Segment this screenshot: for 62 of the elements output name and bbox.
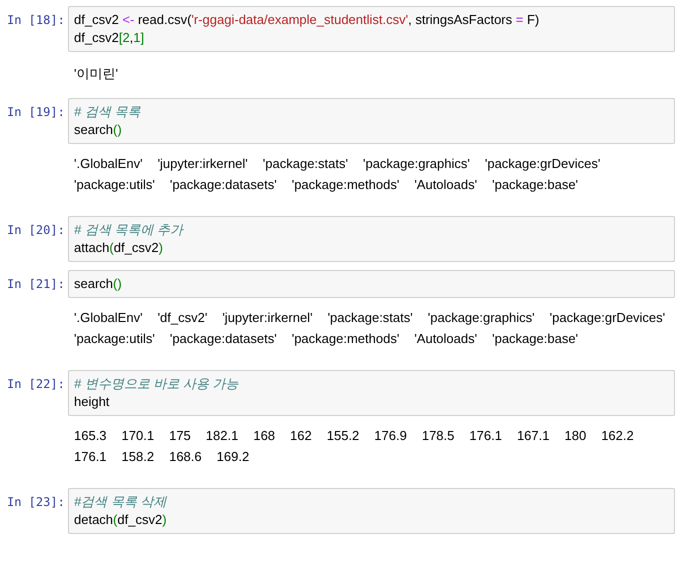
output-value: 'package:base'	[492, 176, 578, 194]
code-line: df_csv2 <- read.csv('r-ggagi-data/example_studentlist.csv', stringsAsFactors = F)	[74, 11, 540, 29]
output-value: 178.5	[422, 427, 454, 445]
output-value: 'jupyter:irkernel'	[222, 309, 313, 327]
code-line: detach(df_csv2)	[74, 511, 168, 529]
output-value: 'package:utils'	[74, 176, 155, 194]
output-value: 'package:stats'	[328, 309, 413, 327]
output-value: 'package:methods'	[292, 330, 400, 348]
cell-prompt: In [23]:	[6, 494, 66, 511]
output-value: 162.2	[601, 427, 634, 445]
output-value: 170.1	[122, 427, 154, 445]
output-value: 'Autoloads'	[414, 176, 478, 194]
code-line: attach(df_csv2)	[74, 239, 164, 257]
code-line: height	[74, 393, 110, 411]
code-line: df_csv2[2,1]	[74, 29, 146, 47]
output-value: 169.2	[216, 448, 250, 466]
cell-prompt: In [21]:	[6, 276, 66, 293]
code-line: # 검색 목록에 추가	[74, 221, 185, 239]
output-value: 'package:utils'	[74, 330, 155, 348]
output-value: 'package:graphics'	[362, 155, 470, 173]
code-line: # 검색 목록	[74, 103, 142, 121]
output-value: 'package:methods'	[292, 176, 400, 194]
code-cell[interactable]: #검색 목록 삭제 detach(df_csv2)	[68, 488, 675, 534]
output-value: 'package:datasets'	[170, 330, 277, 348]
code-line: search()	[74, 275, 123, 293]
output-value: 'package:stats'	[262, 155, 348, 173]
output-value: 'package:base'	[492, 330, 578, 348]
output-value: 176.9	[374, 427, 407, 445]
code-cell[interactable]: df_csv2 <- read.csv('r-ggagi-data/example_studentlist.csv', stringsAsFactors = F) df_csv2[2,1]	[68, 6, 675, 52]
code-cell[interactable]: # 검색 목록 search()	[68, 98, 675, 144]
output-value: 168	[253, 427, 276, 445]
output-value: 'jupyter:irkernel'	[158, 155, 248, 173]
code-line: search()	[74, 121, 123, 139]
output-value: '.GlobalEnv'	[74, 155, 143, 173]
output-value: 168.6	[169, 448, 202, 466]
output-value: 'package:grDevices'	[484, 155, 600, 173]
code-cell[interactable]: # 변수명으로 바로 사용 가능 height	[68, 370, 675, 416]
cell-prompt: In [22]:	[6, 376, 66, 393]
output-value: 167.1	[516, 427, 550, 445]
output-value: 'Autoloads'	[414, 330, 478, 348]
cell-prompt: In [19]:	[6, 104, 66, 121]
code-line: #검색 목록 삭제	[74, 493, 168, 511]
code-line: # 변수명으로 바로 사용 가능	[74, 375, 240, 393]
output-value: 182.1	[206, 427, 238, 445]
output-value: 'df_csv2'	[158, 309, 208, 327]
output-value: 165.3	[74, 427, 107, 445]
output-value: 162	[290, 427, 312, 445]
cell-prompt: In [18]:	[6, 12, 66, 29]
output-text: '이미린'	[74, 66, 118, 81]
output-value: 158.2	[122, 448, 154, 466]
output-value: 176.1	[469, 427, 502, 445]
output-value: 175	[169, 427, 191, 445]
output-value: 'package:datasets'	[170, 176, 277, 194]
code-cell[interactable]: search()	[68, 270, 675, 298]
output-value: 155.2	[326, 427, 360, 445]
code-cell[interactable]: # 검색 목록에 추가 attach(df_csv2)	[68, 216, 675, 262]
output-value: 176.1	[74, 448, 107, 466]
output-value: '.GlobalEnv'	[74, 309, 143, 327]
output-value: 'package:graphics'	[428, 309, 535, 327]
output-value: 180	[564, 427, 586, 445]
output-value: 'package:grDevices'	[550, 309, 666, 327]
cell-prompt: In [20]:	[6, 222, 66, 239]
